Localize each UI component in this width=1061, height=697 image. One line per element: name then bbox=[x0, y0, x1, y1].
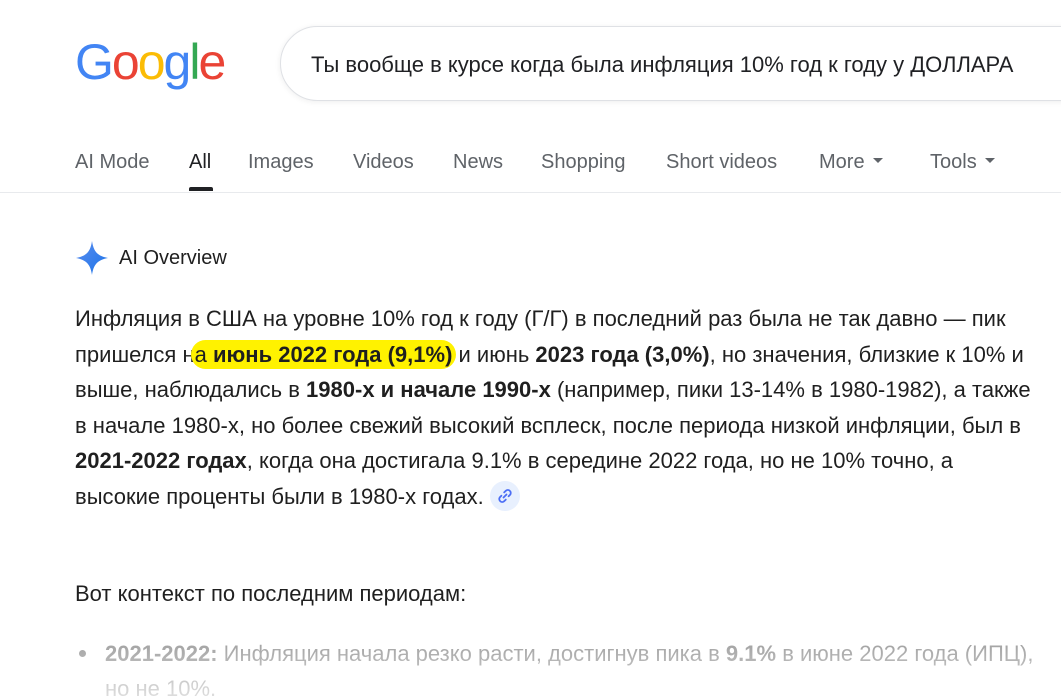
overview-bold: 2023 года (3,0%) bbox=[535, 341, 710, 367]
search-input[interactable]: Ты вообще в курсе когда была инфляция 10… bbox=[311, 51, 1013, 79]
logo-letter: o bbox=[111, 34, 140, 90]
bullet-text: Инфляция начала резко расти, достигнув п… bbox=[217, 641, 726, 666]
tab-videos[interactable]: Videos bbox=[353, 150, 414, 174]
search-tabs: AI Mode All Images Videos News Shopping … bbox=[0, 138, 1061, 193]
tab-shopping[interactable]: Shopping bbox=[541, 150, 626, 174]
logo-letter: l bbox=[189, 34, 200, 90]
tab-all[interactable]: All bbox=[189, 150, 211, 174]
overview-text: и июнь bbox=[452, 341, 536, 367]
bullet-bold: 9.1% bbox=[725, 641, 777, 666]
tab-images[interactable]: Images bbox=[248, 150, 314, 174]
active-tab-indicator bbox=[189, 187, 213, 191]
context-list: 2021-2022: Инфляция начала резко расти, … bbox=[75, 636, 1035, 697]
link-icon bbox=[498, 489, 512, 504]
logo-letter: o bbox=[137, 34, 166, 90]
tab-more-label: More bbox=[819, 151, 865, 173]
overview-bold: 2021-2022 годах bbox=[75, 448, 247, 474]
google-logo[interactable]: Google bbox=[75, 34, 226, 90]
tab-tools-label: Tools bbox=[930, 151, 977, 173]
tab-news[interactable]: News bbox=[453, 150, 503, 174]
overview-text: а bbox=[194, 341, 213, 367]
overview-bold: июнь 2022 года (9,1%) bbox=[212, 341, 453, 367]
overview-bold: 1980-х и начале 1990-х bbox=[306, 377, 551, 403]
bullet-bold: 2021-2022: bbox=[105, 641, 218, 666]
source-link-button[interactable] bbox=[489, 481, 520, 512]
bullet-dot bbox=[79, 650, 86, 657]
highlighted-answer: а июнь 2022 года (9,1%) bbox=[190, 339, 457, 369]
chevron-down-icon bbox=[872, 158, 883, 164]
sparkle-icon bbox=[76, 241, 108, 275]
tab-more[interactable]: More bbox=[819, 150, 883, 174]
list-item: 2021-2022: Инфляция начала резко расти, … bbox=[75, 636, 1035, 697]
search-box[interactable]: Ты вообще в курсе когда была инфляция 10… bbox=[280, 26, 1061, 101]
context-heading: Вот контекст по последним периодам: bbox=[75, 581, 467, 606]
logo-letter: G bbox=[75, 34, 114, 90]
ai-overview-title: AI Overview bbox=[119, 247, 227, 269]
tab-tools[interactable]: Tools bbox=[930, 150, 995, 174]
logo-letter: g bbox=[163, 34, 192, 90]
tab-ai-mode[interactable]: AI Mode bbox=[75, 150, 149, 174]
tab-short-videos[interactable]: Short videos bbox=[666, 150, 777, 174]
logo-letter: e bbox=[198, 34, 226, 90]
chevron-down-icon bbox=[984, 158, 995, 164]
ai-overview-text: Инфляция в США на уровне 10% год к году … bbox=[75, 301, 1035, 515]
